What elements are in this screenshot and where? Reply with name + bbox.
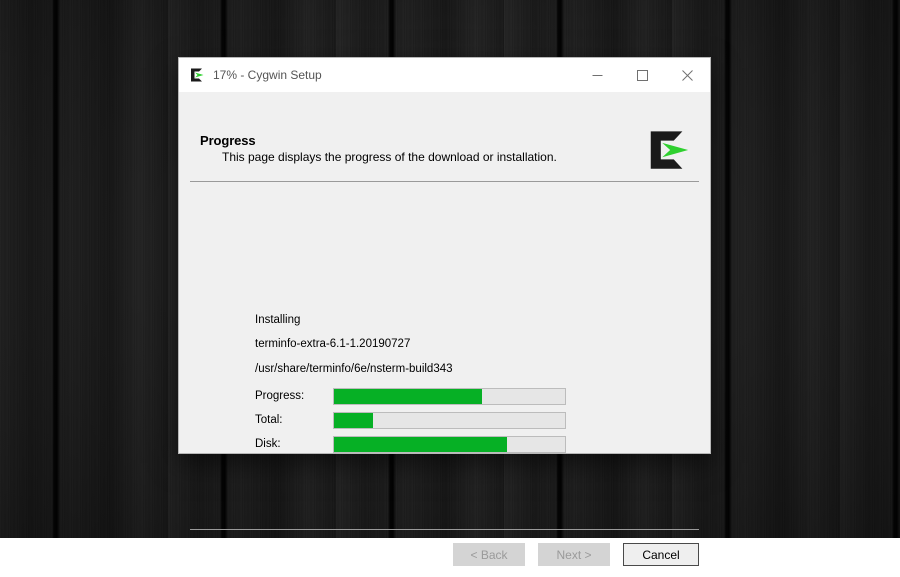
page-header: Progress This page displays the progress…	[179, 92, 710, 182]
cygwin-icon	[191, 68, 204, 82]
minimize-button[interactable]	[575, 58, 620, 92]
page-title: Progress	[200, 133, 256, 148]
progress-row-total: Total:	[255, 411, 566, 429]
progress-track-progress	[333, 387, 566, 405]
close-icon	[682, 69, 693, 81]
progress-fill-disk	[334, 436, 508, 452]
footer-divider	[190, 529, 699, 530]
maximize-icon	[637, 69, 648, 81]
progress-label-total: Total:	[255, 414, 283, 426]
window-title: 17% - Cygwin Setup	[213, 68, 322, 82]
status-line-action: Installing	[255, 314, 301, 326]
progress-label-disk: Disk:	[255, 438, 281, 450]
minimize-icon	[592, 74, 603, 76]
progress-fill-total	[334, 412, 374, 428]
progress-row-disk: Disk:	[255, 435, 566, 453]
cancel-button[interactable]: Cancel	[623, 543, 699, 566]
close-button[interactable]	[665, 58, 710, 92]
title-bar[interactable]: 17% - Cygwin Setup	[179, 58, 710, 92]
page-subtitle: This page displays the progress of the d…	[222, 150, 557, 164]
status-line-file: /usr/share/terminfo/6e/nsterm-build343	[255, 363, 453, 375]
button-bar: < Back Next > Cancel	[179, 543, 710, 577]
page-body: Installing terminfo-extra-6.1-1.20190727…	[179, 182, 710, 566]
cygwin-logo	[650, 131, 689, 169]
progress-track-total	[333, 411, 566, 429]
maximize-button[interactable]	[620, 58, 665, 92]
status-line-package: terminfo-extra-6.1-1.20190727	[255, 338, 411, 350]
window-controls	[575, 58, 710, 92]
next-button[interactable]: Next >	[538, 543, 610, 566]
back-button[interactable]: < Back	[453, 543, 525, 566]
progress-fill-progress	[334, 388, 482, 404]
progress-track-disk	[333, 435, 566, 453]
cygwin-setup-window: 17% - Cygwin Setup Progress This page di…	[179, 58, 710, 566]
progress-row-progress: Progress:	[255, 387, 566, 405]
progress-label-progress: Progress:	[255, 390, 305, 402]
